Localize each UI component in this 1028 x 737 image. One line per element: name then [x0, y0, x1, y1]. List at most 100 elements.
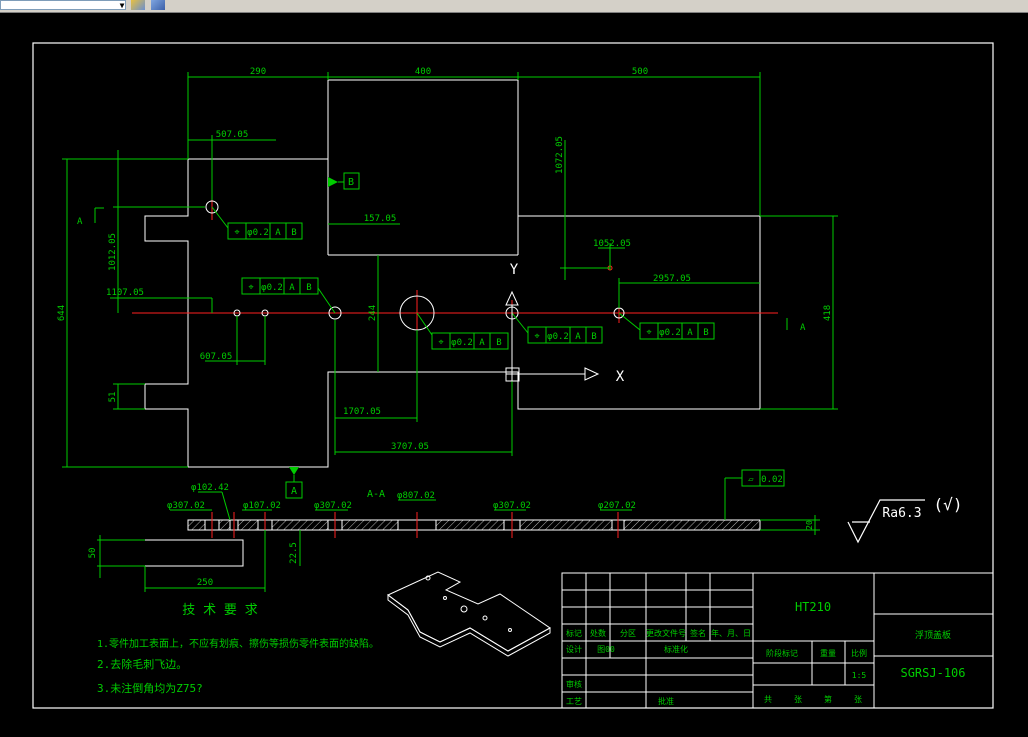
svg-text:B: B [291, 228, 296, 238]
svg-text:B: B [591, 332, 596, 342]
svg-text:重量: 重量 [820, 648, 836, 658]
svg-text:φ307.02: φ307.02 [167, 501, 205, 511]
section-mark-right: A [800, 323, 806, 333]
svg-text:批准: 批准 [658, 696, 674, 706]
datum-a-triangle [289, 467, 299, 475]
toolbar: ▼ [0, 0, 1028, 13]
svg-text:阶段标记: 阶段标记 [766, 648, 798, 658]
dim-20: 20 [805, 520, 814, 530]
layer-states-icon[interactable] [131, 0, 145, 10]
svg-text:处数: 处数 [590, 628, 606, 638]
dim-1707: 1707.05 [343, 407, 381, 417]
dim-1052: 1052.05 [593, 239, 631, 249]
svg-text:φ102.42: φ102.42 [191, 483, 229, 493]
tech-req-item-1: 1.零件加工表面上，不应有划痕、擦伤等损伤零件表面的缺陷。 [97, 637, 379, 650]
svg-text:分区: 分区 [620, 629, 636, 638]
svg-text:工艺: 工艺 [566, 697, 582, 706]
svg-text:B: B [496, 338, 501, 348]
side-view-outline [145, 539, 244, 567]
svg-text:图00: 图00 [597, 645, 615, 654]
svg-text:A: A [289, 283, 295, 293]
svg-text:▱: ▱ [748, 475, 754, 485]
dim-1072: 1072.05 [555, 136, 565, 174]
dimension-lines [62, 72, 838, 468]
roughness-extra: (√) [934, 495, 963, 514]
svg-text:设计: 设计 [566, 644, 582, 654]
svg-text:φ307.02: φ307.02 [493, 501, 531, 511]
svg-text:1:5: 1:5 [852, 671, 867, 680]
dim-2957: 2957.05 [653, 274, 691, 284]
svg-text:A: A [479, 338, 485, 348]
svg-text:φ807.02: φ807.02 [397, 491, 435, 501]
dim-157: 157.05 [364, 214, 397, 224]
drawing-frame [32, 42, 994, 709]
svg-text:φ0.2: φ0.2 [451, 338, 473, 348]
roughness-label: Ra6.3 [882, 506, 921, 521]
holes [205, 200, 625, 331]
section-plate [187, 519, 761, 531]
dim-607: 607.05 [200, 352, 233, 362]
layer-combobox[interactable]: ▼ [0, 0, 126, 10]
svg-text:张: 张 [854, 695, 862, 704]
dim-51: 51 [108, 392, 118, 403]
dim-22: 22.5 [289, 542, 299, 564]
isometric-view [387, 571, 551, 657]
svg-text:标记: 标记 [566, 628, 582, 638]
datum-b-label: B [348, 177, 354, 188]
dim-3707: 3707.05 [391, 442, 429, 452]
dim-644: 644 [57, 305, 67, 321]
svg-text:0.02: 0.02 [761, 475, 783, 485]
svg-text:张: 张 [794, 695, 802, 704]
datum-a-label: A [291, 486, 297, 497]
part-name: 浮顶盖板 [915, 629, 951, 641]
datum-b-triangle [328, 177, 338, 187]
svg-text:共: 共 [764, 695, 772, 704]
svg-text:φ0.2: φ0.2 [261, 283, 283, 293]
section-mark-left: A [77, 217, 83, 227]
svg-text:φ107.02: φ107.02 [243, 501, 281, 511]
svg-text:⌖: ⌖ [646, 328, 651, 338]
tech-req-title: 技 术 要 求 [182, 603, 257, 618]
svg-text:⌖: ⌖ [248, 283, 253, 293]
svg-text:年、月、日: 年、月、日 [711, 628, 751, 638]
dim-507: 507.05 [216, 130, 249, 140]
svg-text:A: A [275, 228, 281, 238]
svg-text:更改文件号: 更改文件号 [646, 628, 686, 638]
axis-y-label: Y [510, 262, 519, 278]
dim-418: 418 [823, 305, 833, 321]
svg-text:A: A [687, 328, 693, 338]
dim-50: 50 [88, 548, 98, 559]
svg-text:B: B [703, 328, 708, 338]
svg-text:⌖: ⌖ [534, 332, 539, 342]
dim-500: 500 [632, 67, 648, 77]
svg-text:第: 第 [824, 694, 832, 704]
axis-x-label: X [616, 369, 625, 385]
layer-previous-icon[interactable] [151, 0, 165, 10]
svg-text:比例: 比例 [851, 648, 867, 658]
section-title: A-A [367, 489, 385, 500]
svg-text:φ207.02: φ207.02 [598, 501, 636, 511]
material-label: HT210 [795, 600, 831, 614]
drawing-canvas[interactable]: B A A A 290 400 500 507.05 157.05 1052.0… [0, 13, 1028, 733]
drawing-number: SGRSJ-106 [900, 666, 965, 680]
svg-text:φ0.2: φ0.2 [659, 328, 681, 338]
svg-text:B: B [306, 283, 311, 293]
svg-text:φ0.2: φ0.2 [247, 228, 269, 238]
svg-text:标准化: 标准化 [664, 644, 688, 654]
tech-req-item-2: 2.去除毛刺飞边。 [97, 657, 187, 671]
svg-text:⌖: ⌖ [438, 338, 443, 348]
dim-244: 244 [368, 305, 378, 321]
chevron-down-icon[interactable]: ▼ [117, 1, 127, 11]
svg-text:⌖: ⌖ [234, 228, 239, 238]
dim-1107: 1107.05 [106, 288, 144, 298]
dim-250: 250 [197, 578, 213, 588]
dim-290: 290 [250, 67, 266, 77]
svg-text:审核: 审核 [566, 679, 582, 689]
svg-text:签名: 签名 [690, 628, 706, 638]
svg-text:φ0.2: φ0.2 [547, 332, 569, 342]
tech-req-item-3: 3.未注倒角均为Z75? [97, 681, 203, 695]
svg-text:φ307.02: φ307.02 [314, 501, 352, 511]
svg-text:A: A [575, 332, 581, 342]
dim-400: 400 [415, 67, 431, 77]
dim-1012: 1012.05 [108, 233, 118, 271]
